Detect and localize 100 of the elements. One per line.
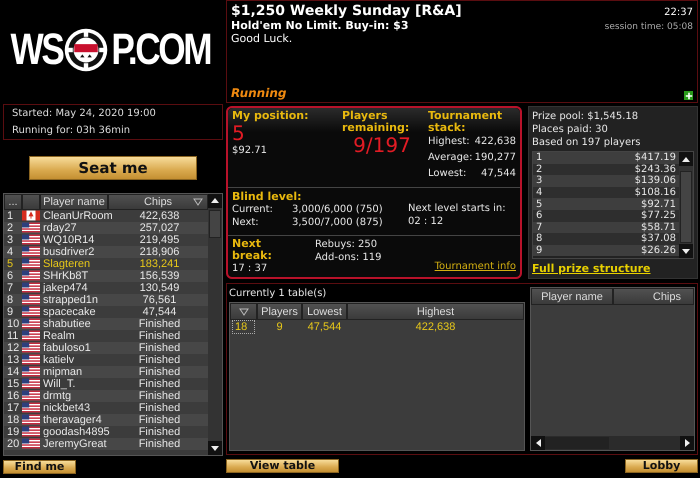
player-row[interactable]: 1 CleanUrRoom 422,638: [4, 210, 208, 222]
column-header[interactable]: ...: [4, 194, 22, 210]
prize-amount: $417.19: [634, 152, 676, 164]
scroll-thumb[interactable]: [209, 210, 221, 238]
scrollbar[interactable]: [679, 152, 693, 258]
column-header[interactable]: Player name: [531, 288, 613, 305]
chips-cell-text: 76,561: [142, 294, 178, 306]
rank-cell-text: 6: [6, 270, 14, 282]
rank-cell-text: 12: [6, 342, 20, 354]
rank-cell-text: 14: [6, 366, 20, 378]
horizontal-scrollbar[interactable]: [531, 436, 694, 450]
player-name: theravager4: [42, 414, 103, 426]
player-row[interactable]: 6 SHrKb8T 156,539: [4, 270, 208, 282]
rank-cell-text: 10: [6, 318, 20, 330]
player-name: drmtg: [42, 390, 72, 402]
stack-stat-label: Highest:: [428, 135, 470, 149]
prize-amount: $139.06: [634, 175, 676, 186]
rank-cell-text: 3: [6, 234, 14, 246]
position-value: 5: [232, 122, 245, 144]
column-header[interactable]: Highest: [347, 303, 524, 320]
player-row[interactable]: 16 drmtg Finished: [4, 390, 208, 402]
player-name: shabutiee: [42, 318, 92, 330]
column-header[interactable]: Chips: [108, 194, 208, 210]
poker-chip-icon: [64, 28, 108, 72]
rebuys-count: Rebuys: 250: [315, 238, 378, 251]
scroll-thumb[interactable]: [680, 171, 692, 243]
players-basis: Based on 197 players: [532, 136, 642, 149]
rank-cell-text: 5: [6, 258, 14, 270]
table-row[interactable]: 18 9 47,544 422,638: [230, 320, 524, 334]
view-table-button[interactable]: View table: [226, 459, 339, 473]
column-header[interactable]: Lowest: [302, 303, 347, 320]
player-row[interactable]: 12 fabuloso1 Finished: [4, 342, 208, 354]
scroll-down-icon[interactable]: [682, 248, 690, 254]
column-header[interactable]: Chips: [613, 288, 694, 305]
place-cell: 8: [536, 233, 542, 244]
chips-cell-text: Finished: [138, 354, 182, 366]
full-prize-structure-link[interactable]: Full prize structure: [532, 262, 694, 275]
player-row[interactable]: 14 mipman Finished: [4, 366, 208, 378]
scroll-up-icon[interactable]: [682, 156, 690, 162]
table-number: 18: [232, 320, 255, 334]
chips-cell-text: 219,495: [138, 234, 180, 246]
rank-cell-text: 9: [6, 306, 14, 318]
player-row[interactable]: 5 Slagteren 183,241: [4, 258, 208, 270]
place-cell: 5: [536, 198, 542, 210]
sort-header[interactable]: [230, 303, 257, 320]
scroll-right-icon[interactable]: [684, 439, 690, 447]
column-header[interactable]: Player name: [40, 194, 108, 210]
table-cell-text: 9: [275, 321, 284, 333]
started-time: Started: May 24, 2020 19:00: [12, 108, 157, 119]
chips-cell-text: Finished: [138, 318, 182, 330]
scrollbar[interactable]: [208, 194, 222, 456]
player-row[interactable]: 20 JeremyGreat Finished: [4, 438, 208, 450]
player-row[interactable]: 4 busdriver2 218,906: [4, 246, 208, 258]
player-row[interactable]: 8 strapped1n 76,561: [4, 294, 208, 306]
player-name: rday27: [42, 222, 78, 234]
expand-icon[interactable]: [684, 91, 693, 100]
player-row[interactable]: 18 theravager4 Finished: [4, 414, 208, 426]
player-row[interactable]: 10 shabutiee Finished: [4, 318, 208, 330]
tournament-info-link[interactable]: Tournament info: [434, 261, 516, 272]
chips-cell-text: Finished: [138, 426, 182, 438]
column-header[interactable]: Players: [257, 303, 302, 320]
player-name: WQ10R14: [42, 234, 96, 246]
stack-stat-value: 190,277: [474, 151, 516, 165]
prize-amount: $92.71: [641, 198, 676, 210]
scroll-left-icon[interactable]: [536, 439, 540, 447]
player-name: jakep474: [42, 282, 89, 294]
remaining-label: Players remaining:: [342, 110, 410, 134]
chips-cell-text: 257,027: [138, 222, 180, 234]
scroll-thumb[interactable]: [545, 437, 609, 449]
prize-amount: $58.71: [641, 222, 676, 233]
blind-label: Blind level:: [232, 190, 302, 203]
seat-me-button[interactable]: Seat me: [29, 156, 197, 180]
wsop-logo: WS P.COM: [9, 24, 212, 76]
sort-icon[interactable]: [238, 308, 248, 316]
running-time: Running for: 03h 36min: [12, 124, 132, 136]
tables-count: Currently 1 table(s): [229, 287, 328, 300]
blind-stat-value: 3,500/7,000 (875): [292, 216, 383, 229]
player-row[interactable]: 13 katielv Finished: [4, 354, 208, 366]
session-time: session time: 05:08: [604, 22, 693, 32]
scroll-up-icon[interactable]: [211, 198, 219, 204]
lobby-button[interactable]: Lobby: [625, 459, 698, 473]
remaining-value: 9/197: [353, 134, 411, 156]
player-name: JeremyGreat: [42, 438, 108, 450]
scroll-down-icon[interactable]: [211, 446, 219, 451]
stack-stat-value: 422,638: [474, 135, 516, 149]
player-row[interactable]: 2 rday27 257,027: [4, 222, 208, 234]
chips-cell-text: 218,906: [138, 246, 180, 258]
find-me-button[interactable]: Find me: [3, 460, 76, 474]
chips-cell-text: Finished: [138, 342, 182, 354]
chips-cell-text: 422,638: [138, 210, 180, 222]
rank-cell-text: 4: [6, 246, 14, 258]
place-cell: 2: [536, 164, 542, 175]
sort-icon[interactable]: [193, 198, 203, 206]
position-prize: $92.71: [232, 144, 268, 157]
clock-time: 22:37: [664, 7, 693, 18]
prize-amount: $26.26: [641, 245, 676, 256]
player-name: mipman: [42, 366, 84, 378]
player-name: Will_T.: [42, 378, 76, 390]
prize-amount: $37.08: [641, 233, 676, 244]
stack-stat-label: Lowest:: [428, 167, 466, 181]
